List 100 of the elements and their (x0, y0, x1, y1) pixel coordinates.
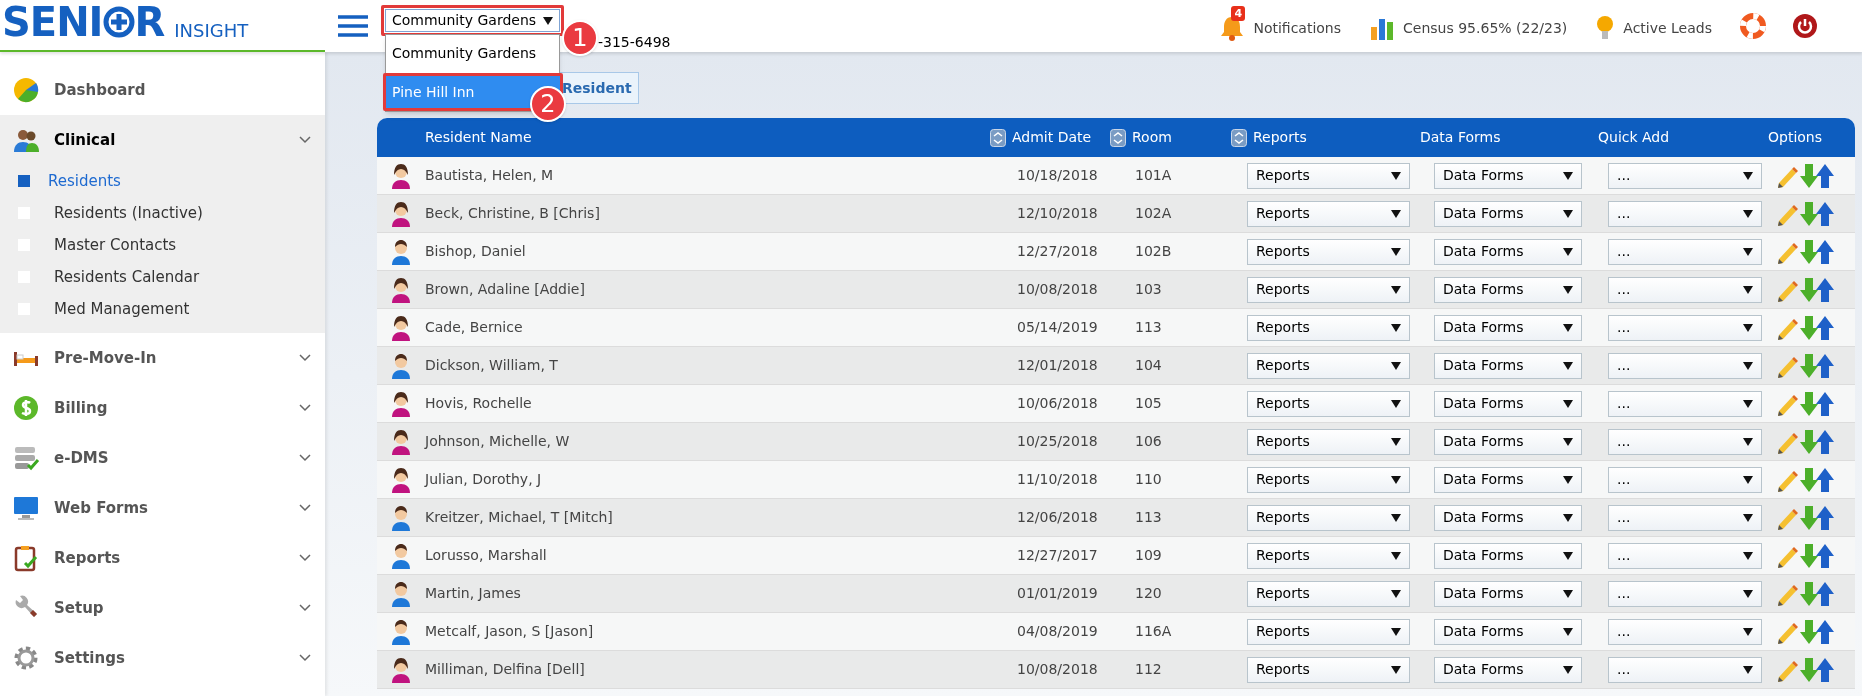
sidebar-subitem[interactable]: Residents Calendar (0, 261, 325, 293)
sidebar-subitem[interactable]: Med Management (0, 293, 325, 325)
select-dropdown[interactable]: ... (1608, 504, 1762, 531)
select-dropdown[interactable]: ... (1608, 314, 1762, 341)
select-dropdown[interactable]: Reports (1247, 580, 1410, 607)
select-dropdown[interactable]: Data Forms (1434, 390, 1582, 417)
select-dropdown[interactable]: Data Forms (1434, 656, 1582, 683)
sidebar-subitem[interactable]: Residents (Inactive) (0, 197, 325, 229)
select-dropdown[interactable]: ... (1608, 238, 1762, 265)
select-dropdown[interactable]: ... (1608, 428, 1762, 455)
select-dropdown[interactable]: Data Forms (1434, 466, 1582, 493)
sidebar-item[interactable]: Setup (0, 583, 325, 633)
transfer-arrows-icon[interactable] (1800, 580, 1834, 607)
select-dropdown[interactable]: ... (1608, 656, 1762, 683)
lifebuoy-icon[interactable] (1740, 13, 1766, 39)
resident-name-link[interactable]: Beck, Christine, B [Chris] (425, 203, 990, 224)
top-nav-link[interactable]: 4 Notifications (1219, 6, 1342, 46)
resident-name-link[interactable]: Kreitzer, Michael, T [Mitch] (425, 507, 990, 528)
transfer-arrows-icon[interactable] (1800, 238, 1834, 265)
select-dropdown[interactable]: Data Forms (1434, 276, 1582, 303)
select-dropdown[interactable]: Reports (1247, 504, 1410, 531)
select-dropdown[interactable]: ... (1608, 542, 1762, 569)
column-header[interactable]: Room (1132, 127, 1172, 148)
select-dropdown[interactable]: Data Forms (1434, 504, 1582, 531)
select-dropdown[interactable]: Data Forms (1434, 352, 1582, 379)
resident-name-link[interactable]: Brown, Adaline [Addie] (425, 279, 990, 300)
person-icon (390, 238, 412, 265)
person-icon (390, 200, 412, 227)
sidebar-item[interactable]: Settings (0, 633, 325, 683)
sidebar-item[interactable]: e-DMS (0, 433, 325, 483)
top-nav-link[interactable]: Active Leads (1595, 6, 1712, 46)
select-dropdown[interactable]: ... (1608, 162, 1762, 189)
resident-name-link[interactable]: Bautista, Helen, M (425, 165, 990, 186)
select-dropdown[interactable]: Data Forms (1434, 200, 1582, 227)
select-dropdown[interactable]: Reports (1247, 618, 1410, 645)
select-dropdown[interactable]: ... (1608, 618, 1762, 645)
select-dropdown[interactable]: Reports (1247, 390, 1410, 417)
select-dropdown[interactable]: Reports (1247, 428, 1410, 455)
transfer-arrows-icon[interactable] (1800, 542, 1834, 569)
select-dropdown[interactable]: Reports (1247, 238, 1410, 265)
select-dropdown[interactable]: Reports (1247, 200, 1410, 227)
column-header[interactable]: Reports (1253, 127, 1307, 148)
transfer-arrows-icon[interactable] (1800, 276, 1834, 303)
transfer-arrows-icon[interactable] (1800, 428, 1834, 455)
resident-name-link[interactable]: Bishop, Daniel (425, 241, 990, 262)
transfer-arrows-icon[interactable] (1800, 618, 1834, 645)
select-dropdown[interactable]: Reports (1247, 656, 1410, 683)
transfer-arrows-icon[interactable] (1800, 466, 1834, 493)
resident-name-link[interactable]: Cade, Bernice (425, 317, 990, 338)
resident-name-link[interactable]: Dickson, William, T (425, 355, 990, 376)
sidebar-item[interactable]: Pre-Move-In (0, 333, 325, 383)
sort-icon[interactable] (990, 128, 1006, 147)
resident-name-link[interactable]: Martin, James (425, 583, 990, 604)
resident-name-link[interactable]: Johnson, Michelle, W (425, 431, 990, 452)
facility-select[interactable]: Community Gardens (385, 9, 560, 32)
select-dropdown[interactable]: Data Forms (1434, 314, 1582, 341)
sidebar-subitem[interactable]: Master Contacts (0, 229, 325, 261)
dropdown-option[interactable]: Community Gardens (386, 35, 559, 71)
select-dropdown[interactable]: ... (1608, 390, 1762, 417)
select-dropdown[interactable]: Data Forms (1434, 238, 1582, 265)
column-header[interactable]: Admit Date (1012, 127, 1092, 148)
resident-name-link[interactable]: Metcalf, Jason, S [Jason] (425, 621, 990, 642)
select-dropdown[interactable]: Reports (1247, 314, 1410, 341)
sidebar-item[interactable]: Web Forms (0, 483, 325, 533)
select-dropdown[interactable]: ... (1608, 200, 1762, 227)
power-icon[interactable] (1792, 13, 1818, 39)
menu-icon[interactable] (338, 15, 368, 37)
transfer-arrows-icon[interactable] (1800, 390, 1834, 417)
sort-icon[interactable] (1110, 128, 1126, 147)
sidebar-item[interactable]: Dashboard (0, 65, 325, 115)
select-dropdown[interactable]: Data Forms (1434, 428, 1582, 455)
select-dropdown[interactable]: ... (1608, 466, 1762, 493)
select-dropdown[interactable]: Data Forms (1434, 580, 1582, 607)
resident-name-link[interactable]: Lorusso, Marshall (425, 545, 990, 566)
transfer-arrows-icon[interactable] (1800, 656, 1834, 683)
select-dropdown[interactable]: Reports (1247, 352, 1410, 379)
select-dropdown[interactable]: ... (1608, 276, 1762, 303)
transfer-arrows-icon[interactable] (1800, 162, 1834, 189)
sidebar-subitem[interactable]: Residents (0, 165, 325, 197)
select-dropdown[interactable]: Data Forms (1434, 542, 1582, 569)
select-dropdown[interactable]: Reports (1247, 542, 1410, 569)
sidebar-item[interactable]: Reports (0, 533, 325, 583)
select-dropdown[interactable]: Data Forms (1434, 618, 1582, 645)
sidebar-item[interactable]: Billing (0, 383, 325, 433)
select-dropdown[interactable]: Reports (1247, 466, 1410, 493)
transfer-arrows-icon[interactable] (1800, 200, 1834, 227)
select-dropdown[interactable]: Data Forms (1434, 162, 1582, 189)
resident-name-link[interactable]: Milliman, Delfina [Dell] (425, 659, 990, 680)
transfer-arrows-icon[interactable] (1800, 352, 1834, 379)
top-nav-link[interactable]: Census 95.65% (22/23) (1369, 7, 1568, 45)
select-dropdown[interactable]: ... (1608, 352, 1762, 379)
sort-icon[interactable] (1231, 128, 1247, 147)
resident-name-link[interactable]: Julian, Dorothy, J (425, 469, 990, 490)
select-dropdown[interactable]: ... (1608, 580, 1762, 607)
select-dropdown[interactable]: Reports (1247, 162, 1410, 189)
sidebar-item[interactable]: Clinical (0, 115, 325, 165)
resident-name-link[interactable]: Hovis, Rochelle (425, 393, 990, 414)
transfer-arrows-icon[interactable] (1800, 314, 1834, 341)
transfer-arrows-icon[interactable] (1800, 504, 1834, 531)
select-dropdown[interactable]: Reports (1247, 276, 1410, 303)
